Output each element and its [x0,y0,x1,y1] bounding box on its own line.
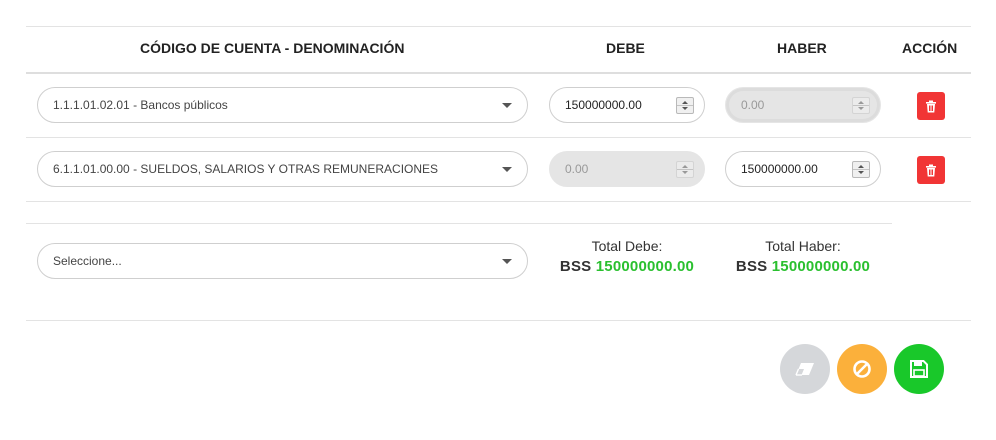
eraser-icon [795,363,814,376]
new-account-select[interactable]: Seleccione... [37,243,528,279]
header-credit: HABER [777,40,827,56]
chevron-down-icon [502,103,512,108]
trash-icon [926,164,936,176]
debit-input-row-1[interactable]: 150000000.00 [549,87,705,123]
delete-row-button[interactable] [917,156,945,184]
number-spinner[interactable] [852,161,870,178]
debit-input-value: 150000000.00 [565,98,642,112]
account-select-row-2[interactable]: 6.1.1.01.00.00 - SUELDOS, SALARIOS Y OTR… [37,151,528,187]
number-spinner [852,97,870,114]
account-select-row-1[interactable]: 1.1.1.01.02.01 - Bancos públicos [37,87,528,123]
total-credit-amount: 150000000.00 [771,258,871,275]
header-debit: DEBE [606,40,645,56]
header-action: ACCIÓN [902,40,958,56]
floppy-disk-icon [910,360,928,378]
total-credit: Total Haber: BSS 150000000.00 [723,238,883,275]
clear-button[interactable] [780,344,830,394]
debit-input-row-2: 0.00 [549,151,705,187]
currency-label: BSS [735,258,768,275]
cancel-button[interactable] [837,344,887,394]
header-divider [26,72,971,74]
delete-row-button[interactable] [917,92,945,120]
total-credit-label: Total Haber: [765,238,841,254]
credit-input-value: 150000000.00 [741,162,818,176]
total-debit: Total Debe: BSS 150000000.00 [547,238,707,275]
account-select-value: 6.1.1.01.00.00 - SUELDOS, SALARIOS Y OTR… [53,162,439,176]
chevron-down-icon [502,167,512,172]
chevron-down-icon [502,259,512,264]
debit-input-value: 0.00 [565,162,589,176]
credit-input-row-2[interactable]: 150000000.00 [725,151,881,187]
number-spinner [676,161,694,178]
credit-input-value: 0.00 [741,98,765,112]
form-divider [26,320,971,321]
currency-label: BSS [559,258,592,275]
new-account-placeholder: Seleccione... [53,254,122,268]
header-account: CÓDIGO DE CUENTA - DENOMINACIÓN [140,40,405,56]
row-divider [26,201,971,202]
footer-top-border [26,223,892,224]
credit-input-row-1: 0.00 [725,87,881,123]
row-divider [26,137,971,138]
total-debit-label: Total Debe: [591,238,663,254]
ban-icon [853,360,871,378]
table-top-border [26,26,971,27]
trash-icon [926,100,936,112]
save-button[interactable] [894,344,944,394]
number-spinner[interactable] [676,97,694,114]
total-debit-amount: 150000000.00 [595,258,695,275]
account-select-value: 1.1.1.01.02.01 - Bancos públicos [53,98,228,112]
